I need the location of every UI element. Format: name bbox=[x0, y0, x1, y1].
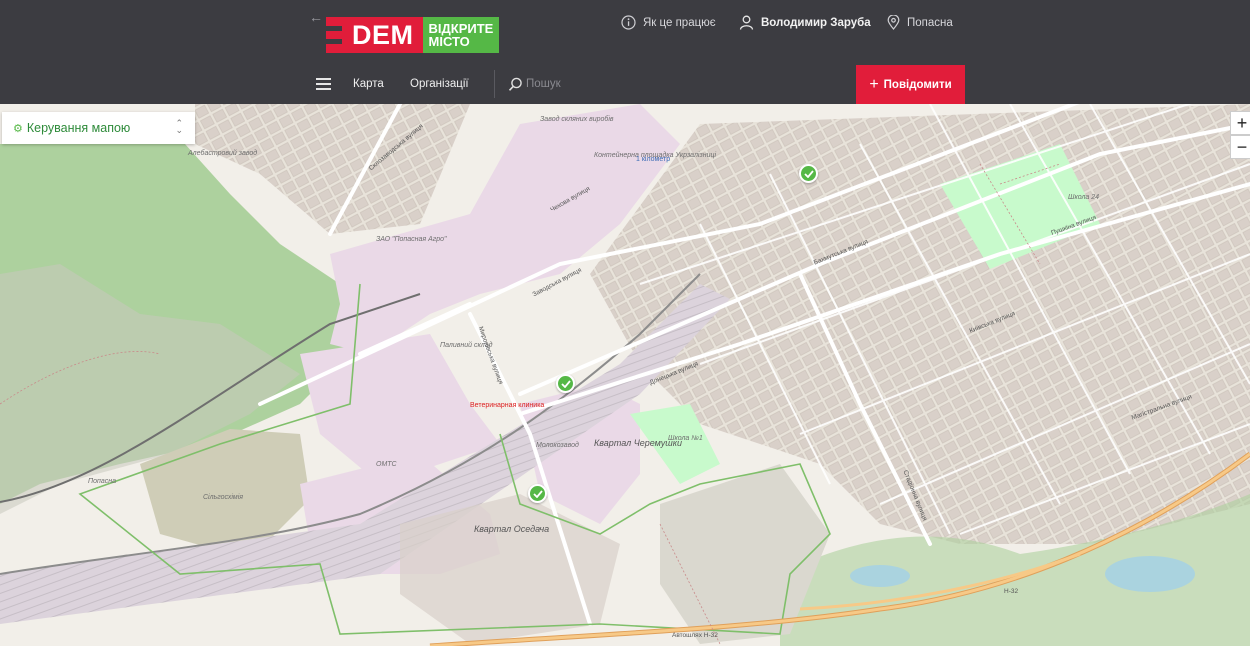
logo-tagline: ВІДКРИТЕ МІСТО bbox=[422, 17, 500, 53]
nav-organizations-link[interactable]: Організації bbox=[410, 78, 469, 90]
label-school-1: Школа №1 bbox=[668, 435, 703, 442]
check-icon bbox=[532, 489, 543, 498]
label-popasna-river: Попасна bbox=[88, 478, 116, 485]
how-it-works-link[interactable]: Як це працює bbox=[621, 15, 716, 30]
label-1km-station: 1 кілометр bbox=[636, 156, 671, 163]
top-header: ← DEM ВІДКРИТЕ МІСТО Як це працює Володи… bbox=[0, 0, 1250, 104]
label-popasna-agro: ЗАО "Попасная Агро" bbox=[376, 236, 447, 243]
info-icon bbox=[621, 15, 636, 30]
logo[interactable]: DEM ВІДКРИТЕ МІСТО bbox=[326, 17, 500, 53]
plus-icon: + bbox=[869, 75, 879, 93]
zoom-out-button[interactable]: − bbox=[1230, 135, 1250, 159]
chevron-updown-icon: ⌃ ⌄ bbox=[175, 118, 183, 135]
gear-icon: ⚙ bbox=[13, 122, 23, 135]
user-profile-link[interactable]: Володимир Заруба bbox=[739, 15, 871, 30]
label-glass-factory: Завод скляних виробів bbox=[540, 116, 614, 123]
search-icon[interactable] bbox=[508, 77, 523, 92]
label-milk-plant: Молокозавод bbox=[536, 442, 579, 449]
report-button[interactable]: + Повідомити bbox=[856, 65, 965, 104]
map-canvas[interactable]: Завод скляних виробів Алебастровий завод… bbox=[0, 104, 1250, 646]
issue-marker[interactable] bbox=[556, 374, 575, 393]
label-silgosphimia: Сільгосхімія bbox=[203, 494, 244, 501]
location-pin-icon bbox=[887, 15, 900, 30]
label-omts: ОМТС bbox=[376, 461, 397, 468]
label-kvartal-osedacha: Квартал Оседача bbox=[474, 524, 550, 534]
nav-divider bbox=[494, 70, 495, 98]
back-arrow-icon[interactable]: ← bbox=[309, 9, 323, 25]
label-alabaster-factory: Алебастровий завод bbox=[188, 150, 258, 157]
label-school-24: Школа 24 bbox=[1068, 194, 1100, 201]
map-control-panel[interactable]: ⚙ Керування мапою ⌃ ⌄ bbox=[2, 112, 195, 144]
label-vet-clinic: Ветеринарная клиника bbox=[470, 402, 545, 409]
logo-tagline-line2: МІСТО bbox=[428, 34, 470, 49]
label-highway-h32: Автошлях Н-32 bbox=[672, 632, 718, 639]
user-name: Володимир Заруба bbox=[761, 16, 871, 29]
city-name: Попасна bbox=[907, 16, 953, 29]
zoom-in-button[interactable]: + bbox=[1230, 111, 1250, 135]
nav-map-link[interactable]: Карта bbox=[353, 78, 384, 90]
check-icon bbox=[560, 379, 571, 388]
logo-dem: DEM bbox=[326, 17, 423, 53]
issue-marker[interactable] bbox=[799, 164, 818, 183]
search-input[interactable] bbox=[526, 73, 826, 95]
how-it-works-label: Як це працює bbox=[643, 16, 716, 29]
city-selector[interactable]: Попасна bbox=[887, 15, 953, 30]
label-h32: Н-32 bbox=[1004, 588, 1019, 595]
issue-marker[interactable] bbox=[528, 484, 547, 503]
map-tiles bbox=[0, 104, 1250, 646]
hamburger-menu-icon[interactable] bbox=[316, 78, 331, 90]
user-icon bbox=[739, 15, 754, 30]
report-button-label: Повідомити bbox=[883, 78, 952, 91]
map-control-label: Керування мапою bbox=[26, 121, 131, 135]
check-icon bbox=[803, 169, 814, 178]
